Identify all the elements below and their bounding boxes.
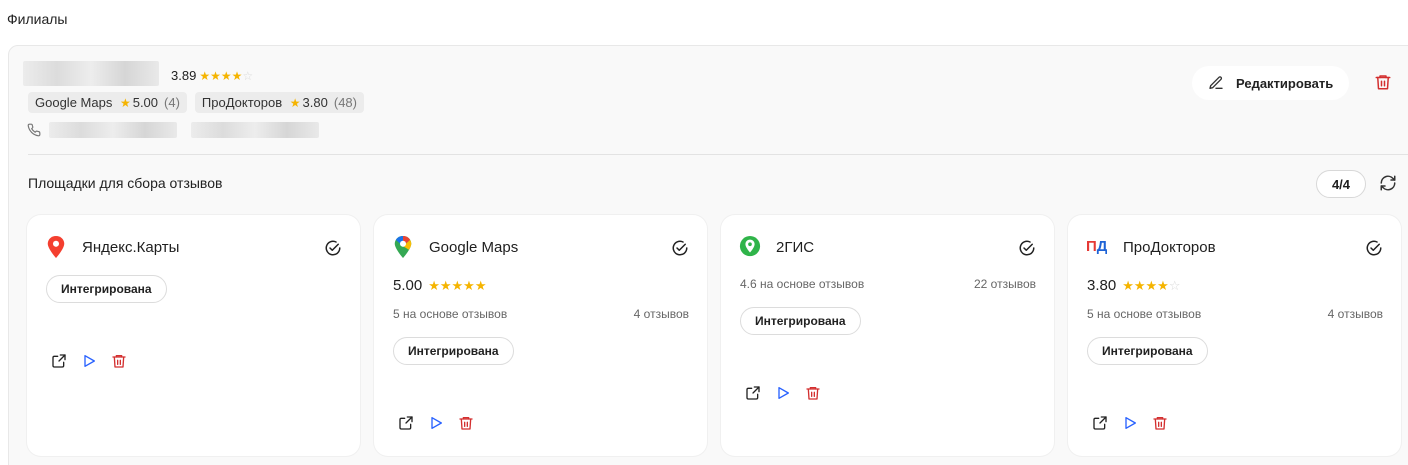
star-filled-icon: ★ [451, 278, 464, 293]
platform-card-google-maps: Google Maps 5.00 ★ ★ ★ ★ ★ 5 на основе отзыв… [374, 215, 707, 456]
branch-name-redacted [23, 61, 159, 86]
delete-icon[interactable] [111, 353, 127, 369]
divider [28, 154, 1408, 155]
branch-rating: 3.89 ★ ★ ★ ★ ☆ [171, 68, 253, 83]
platform-rating: 5.00 ★ ★ ★ ★ ★ [393, 277, 487, 294]
star-filled-icon: ★ [231, 68, 243, 83]
branch-source-chips: Google Maps ★ 5.00 (4) ПроДокторов ★ 3.80 (4… [28, 92, 364, 113]
edit-button[interactable]: Редактировать [1192, 66, 1350, 100]
play-icon[interactable] [81, 353, 97, 369]
star-filled-icon: ★ [474, 278, 487, 293]
star-filled-icon: ★ [199, 68, 211, 83]
reviews-count: 4 отзывов [633, 307, 689, 321]
star-filled-icon: ★ [428, 278, 440, 293]
star-empty-icon: ☆ [242, 68, 254, 83]
star-filled-icon: ★ [1122, 278, 1134, 293]
rating-basis: 4.6 на основе отзывов [740, 277, 865, 291]
branch-rating-value: 3.89 [171, 68, 197, 83]
reviews-count: 4 отзывов [1327, 307, 1383, 321]
platform-name: Яндекс.Карты [82, 239, 180, 256]
yandex-maps-logo-icon [47, 236, 65, 258]
card-actions [51, 353, 127, 369]
play-icon[interactable] [1122, 415, 1138, 431]
chip-google-maps: Google Maps ★ 5.00 (4) [28, 92, 187, 113]
google-maps-logo-icon [394, 236, 412, 258]
phone-row [27, 122, 319, 138]
star-filled-icon: ★ [1157, 278, 1169, 293]
star-filled-icon: ★ [220, 68, 232, 83]
check-circle-icon [672, 240, 688, 256]
card-actions [1092, 415, 1168, 431]
platform-rating: 3.80 ★ ★ ★ ★ ☆ [1087, 277, 1181, 294]
platforms-counter: 4/4 [1316, 170, 1366, 198]
status-badge: Интегрирована [393, 337, 514, 365]
status-badge: Интегрирована [46, 275, 167, 303]
branch-card: 3.89 ★ ★ ★ ★ ☆ Google Maps ★ 5.00 (4) ПроДокто… [8, 45, 1408, 465]
chip-prodoktorov: ПроДокторов ★ 3.80 (48) [194, 92, 364, 113]
address-redacted [191, 122, 319, 138]
platforms-title: Площадки для сбора отзывов [28, 175, 223, 191]
reviews-count: 22 отзывов [973, 277, 1036, 291]
platform-name: ПроДокторов [1123, 239, 1216, 256]
rating-stars: ★ ★ ★ ★ ☆ [1122, 279, 1180, 292]
delete-icon[interactable] [458, 415, 474, 431]
star-icon: ★ [289, 95, 301, 110]
delete-branch-icon[interactable] [1374, 73, 1392, 91]
delete-icon[interactable] [1152, 415, 1168, 431]
status-badge: Интегрирована [740, 307, 861, 335]
external-link-icon[interactable] [398, 415, 414, 431]
prodoktorov-logo-icon: ПД [1086, 238, 1108, 255]
star-filled-icon: ★ [1145, 278, 1158, 293]
star-filled-icon: ★ [210, 68, 221, 83]
phone-icon [27, 123, 41, 137]
star-empty-icon: ☆ [1168, 278, 1181, 293]
star-icon: ★ [119, 95, 131, 110]
platform-name: 2ГИС [776, 239, 815, 256]
card-actions [398, 415, 474, 431]
card-actions [745, 385, 821, 401]
rating-basis: 5 на основе отзывов [1087, 307, 1202, 321]
rating-basis: 5 на основе отзывов [393, 307, 508, 321]
phone-number-redacted [49, 122, 177, 138]
platform-name: Google Maps [429, 239, 519, 256]
external-link-icon[interactable] [1092, 415, 1108, 431]
refresh-icon[interactable] [1379, 174, 1397, 192]
platform-card-yandex: Яндекс.Карты Интегрирована [27, 215, 360, 456]
check-circle-icon [1366, 240, 1382, 256]
star-filled-icon: ★ [439, 278, 452, 293]
play-icon[interactable] [775, 385, 791, 401]
play-icon[interactable] [428, 415, 444, 431]
external-link-icon[interactable] [51, 353, 67, 369]
star-filled-icon: ★ [463, 278, 475, 293]
check-circle-icon [1019, 240, 1035, 256]
platform-card-2gis: 2ГИС 4.6 на основе отзывов 22 отзывов Ин… [721, 215, 1054, 456]
2gis-logo-icon [739, 236, 761, 257]
star-filled-icon: ★ [1133, 278, 1146, 293]
external-link-icon[interactable] [745, 385, 761, 401]
rating-stars: ★ ★ ★ ★ ★ [428, 279, 486, 292]
platform-card-prodoktorov: ПД ПроДокторов 3.80 ★ ★ ★ ★ ☆ 5 на основе от… [1068, 215, 1401, 456]
edit-icon [1209, 76, 1223, 89]
branch-rating-stars: ★ ★ ★ ★ ☆ [199, 70, 253, 82]
check-circle-icon [325, 240, 341, 256]
page-title: Филиалы [7, 11, 68, 27]
status-badge: Интегрирована [1087, 337, 1208, 365]
delete-icon[interactable] [805, 385, 821, 401]
